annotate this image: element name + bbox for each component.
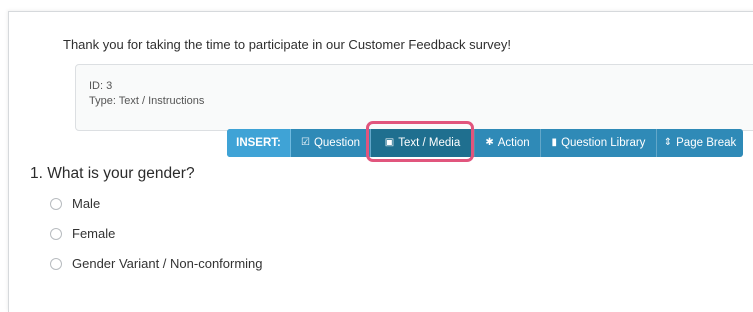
insert-question-label: Question xyxy=(313,137,360,149)
insert-action-button[interactable]: ✱ Action xyxy=(475,129,541,157)
insert-text-media-label: Text / Media xyxy=(398,137,461,149)
gear-icon: ✱ xyxy=(485,137,494,148)
insert-action-label: Action xyxy=(497,137,530,149)
radio-option-gender-variant[interactable]: Gender Variant / Non-conforming xyxy=(50,256,263,271)
insert-toolbar: INSERT: ☑ Question ▣ Text / Media ✱ Acti… xyxy=(227,129,743,157)
instruction-info-box[interactable]: ID: 3 Type: Text / Instructions xyxy=(75,64,753,131)
insert-question-button[interactable]: ☑ Question xyxy=(291,129,371,157)
option-label: Male xyxy=(72,196,101,211)
sort-icon: ⇕ xyxy=(663,137,673,148)
radio-button[interactable] xyxy=(50,197,62,210)
item-type: Type: Text / Instructions xyxy=(89,95,205,107)
radio-button[interactable] xyxy=(50,257,62,270)
option-label: Female xyxy=(72,226,116,241)
question-title: 1. What is your gender? xyxy=(30,165,195,182)
image-icon: ▣ xyxy=(384,137,395,148)
insert-label: INSERT: xyxy=(227,129,291,157)
radio-option-male[interactable]: Male xyxy=(50,196,100,211)
insert-question-library-button[interactable]: ▮ Question Library xyxy=(541,129,657,157)
radio-option-female[interactable]: Female xyxy=(50,226,115,241)
radio-button[interactable] xyxy=(50,227,62,240)
bookmark-icon: ▮ xyxy=(551,137,558,148)
checkbox-icon: ☑ xyxy=(301,137,310,148)
insert-page-break-button[interactable]: ⇕ Page Break xyxy=(657,129,743,157)
insert-question-library-label: Question Library xyxy=(561,137,646,149)
insert-page-break-label: Page Break xyxy=(676,137,737,149)
intro-text: Thank you for taking the time to partici… xyxy=(63,37,511,52)
item-id: ID: 3 xyxy=(89,80,113,92)
option-label: Gender Variant / Non-conforming xyxy=(72,256,263,271)
insert-text-media-button[interactable]: ▣ Text / Media xyxy=(371,129,475,157)
